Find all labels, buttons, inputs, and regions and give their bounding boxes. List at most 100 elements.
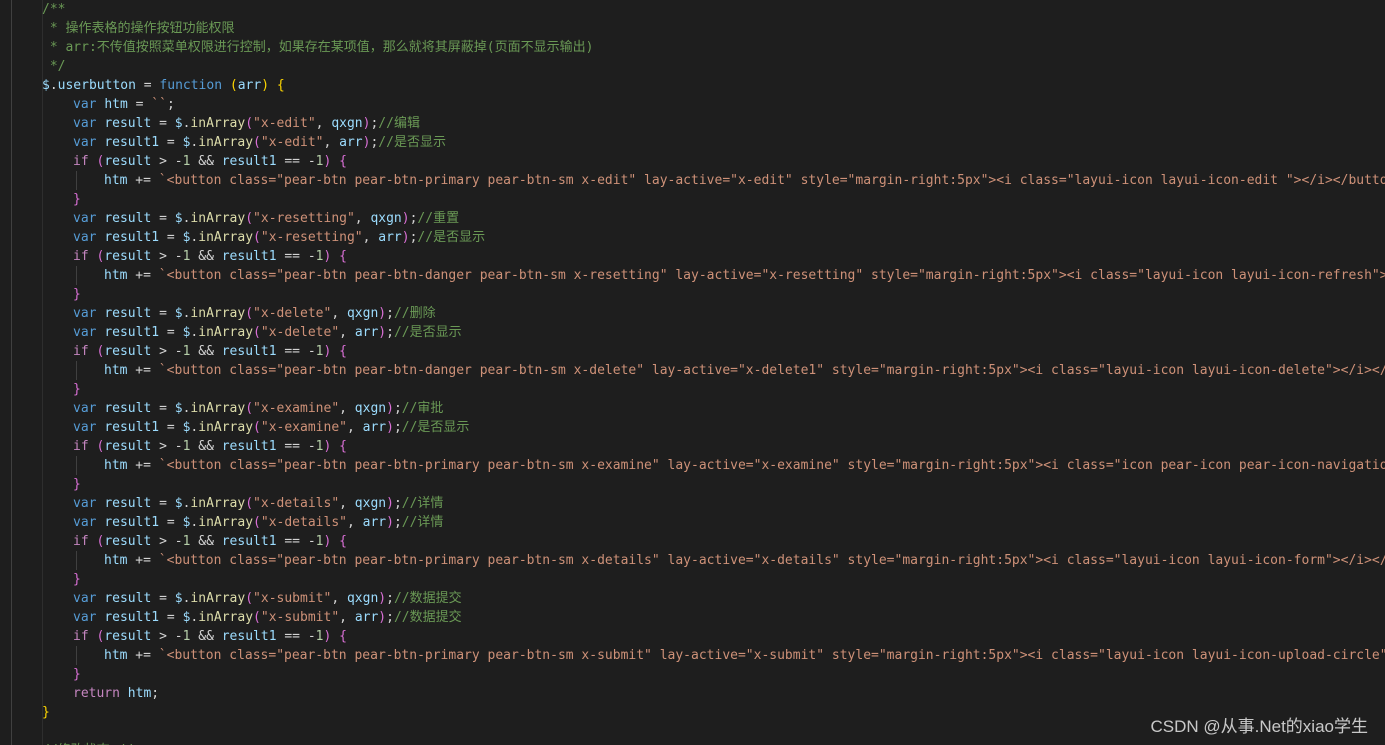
code-line: if (result > -1 && result1 == -1) {: [73, 152, 347, 171]
code-token: result: [104, 401, 152, 416]
code-line: }: [73, 285, 81, 304]
code-token: result: [104, 116, 152, 131]
code-token: htm: [104, 553, 128, 568]
code-token: ;: [393, 515, 402, 530]
code-token: ,: [331, 306, 347, 321]
code-token: result: [104, 306, 152, 321]
code-token: (: [229, 78, 238, 93]
code-token: == -: [276, 534, 316, 549]
code-token: }: [73, 477, 81, 492]
code-token: qxgn: [370, 211, 402, 226]
code-token: "x-resetting": [253, 211, 355, 226]
code-line: var result = $.inArray("x-edit", qxgn);/…: [73, 114, 420, 133]
code-token: =: [151, 116, 175, 131]
code-token: result1: [104, 515, 160, 530]
code-token: var: [73, 230, 97, 245]
code-token: (: [253, 135, 261, 150]
code-line: if (result > -1 && result1 == -1) {: [73, 342, 347, 361]
code-token: //删除: [393, 306, 436, 321]
code-token: +=: [127, 553, 159, 568]
indent-guide: [76, 266, 77, 285]
code-token: qxgn: [346, 591, 379, 606]
code-token: ;: [386, 325, 394, 340]
code-token: 1: [315, 249, 324, 264]
code-token: */: [42, 59, 66, 74]
code-line: if (result > -1 && result1 == -1) {: [73, 627, 347, 646]
code-token: result: [104, 534, 152, 549]
watermark-text: CSDN @从事.Net的xiao学生: [1150, 717, 1368, 736]
code-token: (: [245, 401, 254, 416]
code-token: }: [73, 667, 81, 682]
code-token: result1: [104, 325, 160, 340]
code-token: == -: [276, 344, 316, 359]
code-token: ): [386, 420, 394, 435]
code-token: var: [73, 420, 97, 435]
code-token: == -: [276, 249, 316, 264]
code-token: ,: [354, 211, 371, 226]
code-token: {: [339, 629, 347, 644]
code-token: inArray: [198, 135, 254, 150]
code-token: ): [378, 591, 387, 606]
code-token: =: [151, 496, 175, 511]
code-token: //数据提交: [393, 610, 462, 625]
code-token: result1: [221, 534, 277, 549]
code-token: {: [339, 344, 347, 359]
indent-guide: [76, 361, 77, 380]
code-line: //修改状态 //: [42, 741, 133, 745]
code-line: var result = $.inArray("x-delete", qxgn)…: [73, 304, 436, 323]
code-token: var: [73, 515, 97, 530]
code-token: (: [245, 591, 254, 606]
code-editor[interactable]: /** * 操作表格的操作按钮功能权限 * arr:不传值按照菜单权限进行控制，…: [0, 0, 1385, 745]
code-token: result1: [104, 610, 160, 625]
code-token: htm: [104, 268, 128, 283]
code-line: if (result > -1 && result1 == -1) {: [73, 247, 347, 266]
code-token: > -: [151, 439, 183, 454]
code-token: var: [73, 306, 97, 321]
code-token: "x-details": [253, 496, 340, 511]
code-token: `<button class="pear-btn pear-btn-primar…: [158, 553, 1385, 568]
code-token: var: [73, 116, 97, 131]
code-line: if (result > -1 && result1 == -1) {: [73, 532, 347, 551]
code-token: > -: [151, 629, 183, 644]
code-token: ): [378, 306, 387, 321]
code-token: htm: [127, 686, 152, 701]
code-token: htm: [104, 173, 128, 188]
code-token: +=: [127, 268, 159, 283]
code-token: ,: [339, 401, 355, 416]
code-token: =: [135, 78, 160, 93]
code-line: var result1 = $.inArray("x-delete", arr)…: [73, 323, 462, 342]
code-line: var result1 = $.inArray("x-resetting", a…: [73, 228, 485, 247]
code-token: arr: [378, 230, 402, 245]
code-token: ): [401, 230, 410, 245]
code-token: if: [73, 154, 89, 169]
code-token: result1: [104, 135, 160, 150]
code-token: inArray: [190, 116, 246, 131]
code-token: (: [245, 211, 254, 226]
code-token: =: [159, 325, 183, 340]
code-line: htm += `<button class="pear-btn pear-btn…: [104, 361, 1385, 380]
code-token: ;: [386, 306, 394, 321]
code-token: if: [73, 344, 89, 359]
code-token: }: [73, 192, 81, 207]
code-token: ;: [386, 591, 394, 606]
code-token: htm: [104, 363, 128, 378]
code-line: return htm;: [73, 684, 159, 703]
code-token: "x-submit": [253, 591, 332, 606]
code-line: htm += `<button class="pear-btn pear-btn…: [104, 646, 1385, 665]
code-token: inArray: [198, 420, 254, 435]
code-token: 1: [315, 534, 324, 549]
code-line: * arr:不传值按照菜单权限进行控制，如果存在某项值，那么就将其屏蔽掉(页面不…: [42, 38, 594, 57]
code-token: //是否显示: [378, 135, 446, 150]
code-token: ): [386, 401, 394, 416]
code-token: {: [339, 534, 347, 549]
code-token: ,: [346, 515, 363, 530]
code-token: htm: [104, 648, 128, 663]
code-token: "x-submit": [260, 610, 340, 625]
code-token: == -: [276, 154, 316, 169]
indent-guide: [76, 646, 77, 665]
code-token: ,: [346, 420, 363, 435]
code-line: var result = $.inArray("x-resetting", qx…: [73, 209, 459, 228]
code-token: inArray: [198, 515, 254, 530]
code-token: var: [73, 591, 97, 606]
code-token: $: [174, 401, 183, 416]
